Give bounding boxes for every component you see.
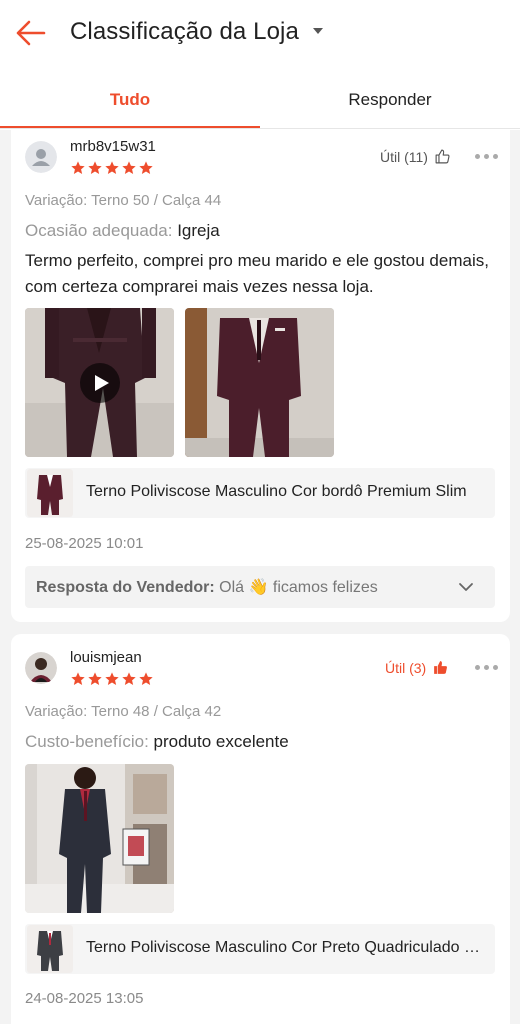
- star-rating: [70, 671, 154, 687]
- username: louismjean: [70, 649, 142, 666]
- occasion-label: Ocasião adequada:: [25, 221, 173, 240]
- top-header: Classificação da Loja Tudo Responder: [0, 0, 520, 130]
- star-icon: [71, 161, 85, 174]
- value-for-money-value: produto excelente: [153, 732, 289, 751]
- thumbs-up-filled-icon: [434, 661, 448, 674]
- useful-button[interactable]: Útil (11): [380, 148, 451, 165]
- review-card: mrb8v15w31 Útil (11) Variação: Terno 50 …: [11, 110, 510, 622]
- value-for-money-line: Custo-benefício: produto excelente: [25, 732, 289, 752]
- star-icon: [105, 672, 119, 685]
- review-photo[interactable]: [185, 308, 334, 457]
- useful-label: Útil (3): [385, 659, 427, 676]
- tab-reply[interactable]: Responder: [260, 72, 520, 130]
- avatar[interactable]: [25, 652, 57, 684]
- avatar[interactable]: [25, 141, 57, 173]
- back-arrow-icon[interactable]: [14, 18, 48, 48]
- review-card: louismjean Útil (3) Variação: Terno 48 /…: [11, 634, 510, 1024]
- star-icon: [88, 672, 102, 685]
- star-icon: [139, 672, 153, 685]
- play-icon: [80, 363, 120, 403]
- user-photo-avatar: [25, 652, 57, 684]
- seller-reply[interactable]: Resposta do Vendedor: Olá 👋 ficamos feli…: [25, 566, 495, 608]
- product-thumbnail: [27, 469, 73, 517]
- tab-bar: Tudo Responder: [0, 72, 520, 130]
- more-options-icon[interactable]: [475, 154, 498, 159]
- more-options-icon[interactable]: [475, 665, 498, 670]
- useful-button[interactable]: Útil (3): [385, 659, 449, 676]
- value-for-money-label: Custo-benefício:: [25, 732, 149, 751]
- variation-text: Variação: Terno 50 / Calça 44: [25, 192, 222, 209]
- review-comment: Termo perfeito, comprei pro meu marido e…: [25, 251, 489, 296]
- review-date: 24-08-2025 13:05: [25, 990, 144, 1007]
- product-link[interactable]: Terno Poliviscose Masculino Cor bordô Pr…: [25, 468, 495, 518]
- star-icon: [105, 161, 119, 174]
- username: mrb8v15w31: [70, 138, 156, 155]
- useful-label: Útil (11): [380, 148, 428, 165]
- default-user-icon: [25, 141, 57, 173]
- star-icon: [88, 161, 102, 174]
- occasion-value: Igreja: [177, 221, 220, 240]
- seller-reply-label: Resposta do Vendedor:: [36, 579, 215, 596]
- review-video-thumbnail[interactable]: [25, 308, 174, 457]
- product-name: Terno Poliviscose Masculino Cor bordô Pr…: [86, 483, 467, 500]
- chevron-down-icon[interactable]: [457, 578, 475, 596]
- review-date: 25-08-2025 10:01: [25, 535, 144, 552]
- thumbs-up-outline-icon: [435, 149, 450, 164]
- header-divider: [0, 128, 520, 129]
- star-icon: [122, 672, 136, 685]
- product-thumbnail: [27, 925, 73, 973]
- occasion-line: Ocasião adequada: Igreja: [25, 221, 220, 241]
- product-name: Terno Poliviscose Masculino Cor Preto Qu…: [86, 939, 488, 956]
- review-photo[interactable]: [25, 764, 174, 913]
- star-icon: [71, 672, 85, 685]
- title-dropdown-icon[interactable]: [313, 28, 323, 34]
- seller-reply-preview: Olá 👋 ficamos felizes: [219, 579, 378, 596]
- variation-text: Variação: Terno 48 / Calça 42: [25, 703, 222, 720]
- star-icon: [139, 161, 153, 174]
- page-title: Classificação da Loja: [70, 18, 299, 45]
- tab-all[interactable]: Tudo: [0, 72, 260, 130]
- star-rating: [70, 160, 154, 176]
- star-icon: [122, 161, 136, 174]
- product-link[interactable]: Terno Poliviscose Masculino Cor Preto Qu…: [25, 924, 495, 974]
